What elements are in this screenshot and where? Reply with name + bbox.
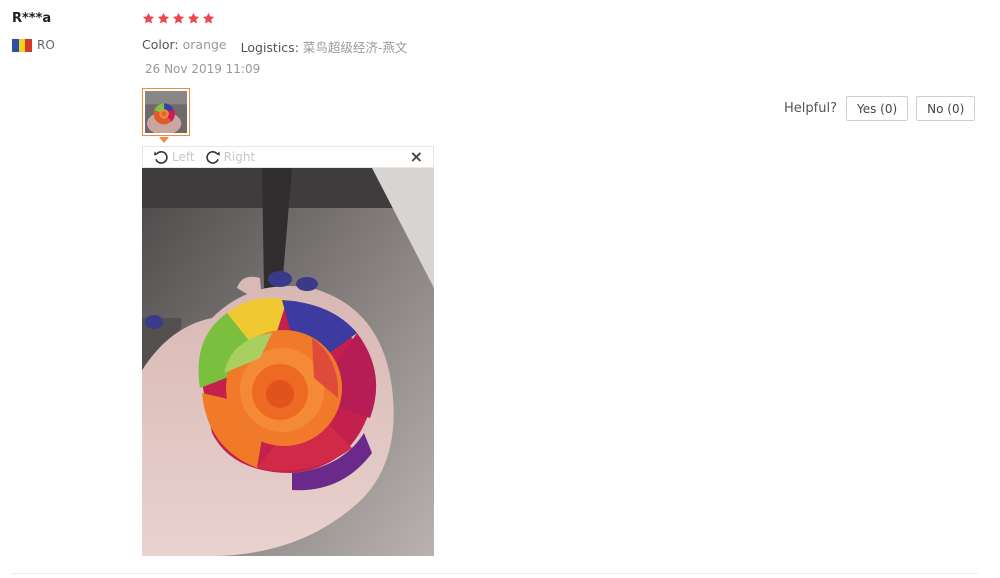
review-divider bbox=[12, 573, 978, 574]
country-code: RO bbox=[37, 38, 55, 52]
close-viewer-button[interactable]: × bbox=[410, 149, 423, 165]
rotate-left-button[interactable]: Left bbox=[153, 149, 195, 165]
attribute-logistics: Logistics: 菜鸟超级经济-燕文 bbox=[241, 37, 408, 56]
star-icon bbox=[202, 12, 215, 24]
romania-flag-icon bbox=[12, 38, 33, 52]
review-photo-thumbnail[interactable] bbox=[142, 88, 190, 136]
thumbnail-pointer bbox=[159, 137, 169, 143]
rose-photo[interactable] bbox=[142, 168, 434, 556]
helpful-no-button[interactable]: No (0) bbox=[916, 96, 976, 121]
logistics-label: Logistics: bbox=[240, 40, 299, 55]
helpful-votes: Helpful? Yes (0) No (0) bbox=[784, 96, 976, 121]
review-date: 26 Nov 2019 11:09 bbox=[145, 62, 261, 76]
review-item: R***a RO Color: orange Logistics: 菜鸟超级经济… bbox=[0, 0, 1000, 578]
helpful-label: Helpful? bbox=[784, 101, 837, 116]
helpful-yes-button[interactable]: Yes (0) bbox=[845, 96, 909, 121]
rotate-right-button[interactable]: Right bbox=[205, 149, 256, 165]
star-icon bbox=[187, 12, 200, 24]
rose-photo-thumbnail bbox=[145, 91, 187, 133]
logistics-value: 菜鸟超级经济-燕文 bbox=[302, 40, 408, 55]
star-rating bbox=[142, 12, 215, 25]
rotate-right-icon bbox=[205, 151, 220, 164]
star-icon bbox=[172, 12, 185, 24]
color-value: orange bbox=[182, 37, 227, 52]
rotate-left-icon bbox=[154, 151, 168, 164]
order-attributes: Color: orange Logistics: 菜鸟超级经济-燕文 bbox=[142, 37, 407, 56]
star-icon bbox=[157, 12, 170, 24]
attribute-color: Color: orange bbox=[142, 37, 227, 56]
color-label: Color: bbox=[142, 37, 179, 52]
star-icon bbox=[142, 12, 155, 24]
photo-viewer-toolbar: Left Right × bbox=[142, 146, 434, 168]
reviewer-country: RO bbox=[12, 38, 55, 52]
reviewer-name: R***a bbox=[12, 11, 52, 26]
rotate-left-label: Left bbox=[172, 150, 195, 164]
rotate-right-label: Right bbox=[223, 150, 256, 164]
